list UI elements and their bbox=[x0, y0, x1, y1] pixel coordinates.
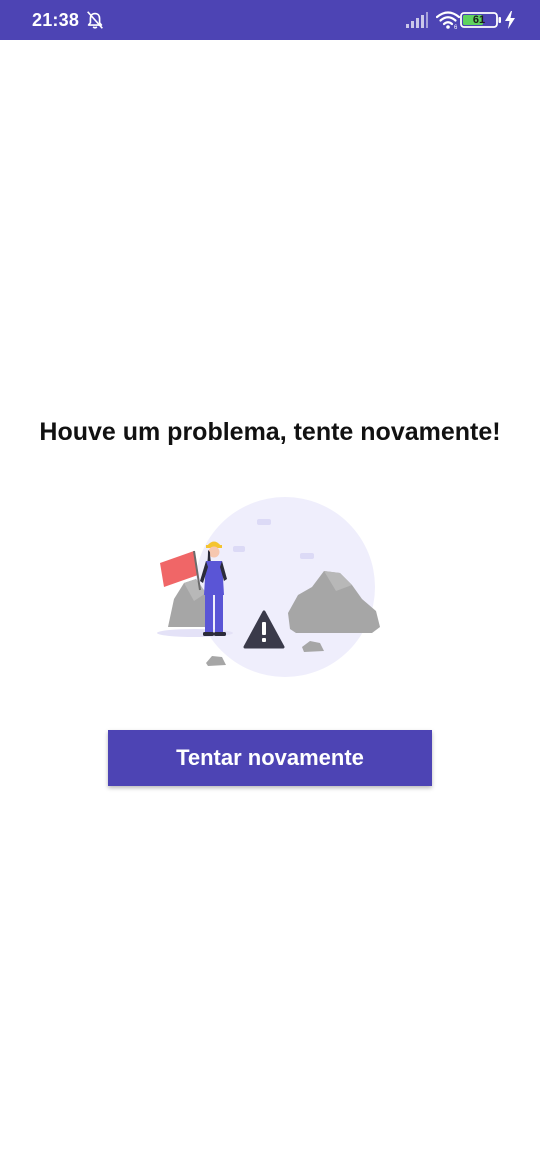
retry-button[interactable]: Tentar novamente bbox=[108, 730, 432, 786]
signal-icon bbox=[406, 12, 428, 28]
wifi-icon: 6 bbox=[436, 11, 460, 29]
alarm-off-icon bbox=[87, 11, 103, 29]
status-time: 21:38 bbox=[32, 10, 80, 30]
error-title: Houve um problema, tente novamente! bbox=[39, 418, 501, 446]
under-construction-illustration bbox=[157, 497, 380, 677]
svg-text:6: 6 bbox=[454, 25, 458, 29]
battery-level: 61 bbox=[472, 14, 486, 26]
charging-bolt-icon bbox=[505, 11, 515, 29]
status-bar: 21:38 6 61 bbox=[0, 0, 540, 40]
